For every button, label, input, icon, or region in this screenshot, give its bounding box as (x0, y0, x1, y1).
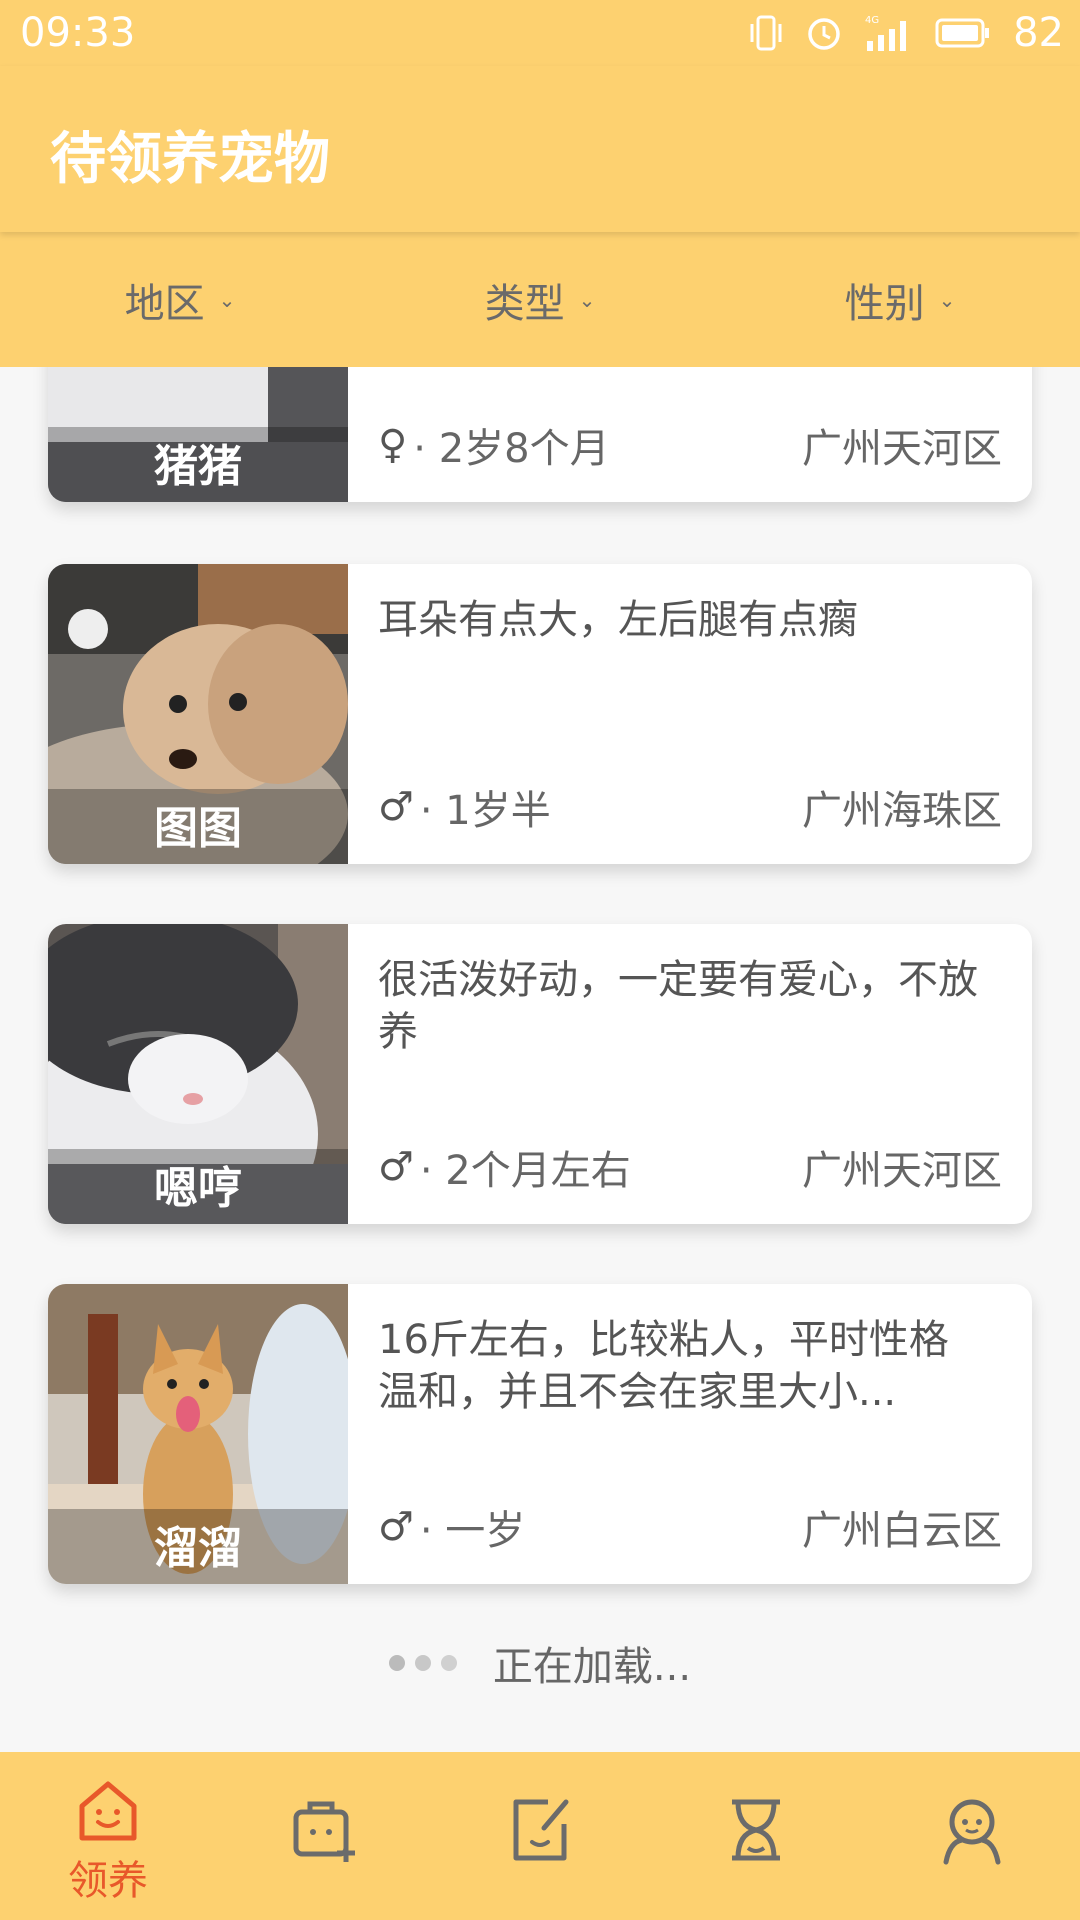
male-icon: ♂ (378, 1144, 414, 1190)
filter-bar: 地区 ⌄ 类型 ⌄ 性别 ⌄ (0, 232, 1080, 367)
tab-adopt-label: 领养 (68, 1858, 148, 1904)
pet-name: 溜溜 (154, 1523, 242, 1574)
filter-type[interactable]: 类型 ⌄ (360, 232, 720, 367)
pet-card[interactable]: 猪猪 ♀ · 2岁8个月 广州天河区 (48, 367, 1032, 502)
loading-indicator: 正在加载... (0, 1633, 1080, 1693)
pet-location: 广州天河区 (802, 1148, 1002, 1194)
house-smile-icon (79, 1781, 137, 1841)
pet-meta: ♀ · 2岁8个月 (378, 416, 610, 474)
pet-photo: 嗯哼 (48, 924, 348, 1224)
loading-dots-icon (388, 1655, 457, 1671)
pet-name: 嗯哼 (154, 1163, 242, 1214)
status-bar: 09:33 4G 82 (0, 0, 1080, 66)
chevron-down-icon: ⌄ (218, 287, 236, 312)
chevron-down-icon: ⌄ (938, 287, 956, 312)
pet-list[interactable]: 猪猪 ♀ · 2岁8个月 广州天河区 图图 耳朵有点大，左后腿有点瘸 ♂ · 1… (0, 367, 1080, 1752)
tab-send-pet[interactable] (216, 1752, 432, 1920)
pet-age: · 2岁8个月 (413, 426, 610, 472)
signal-icon: 4G (865, 15, 907, 51)
hourglass-icon (732, 1799, 780, 1861)
filter-type-label: 类型 (484, 280, 565, 327)
pet-age: · 一岁 (419, 1508, 526, 1554)
status-icons: 4G 82 (749, 8, 1064, 58)
status-time: 09:33 (20, 10, 136, 56)
chevron-down-icon: ⌄ (578, 287, 596, 312)
app-bar: 待领养宠物 (0, 66, 1080, 232)
person-icon (943, 1799, 1001, 1865)
pet-meta: ♂ · 一岁 (378, 1498, 525, 1556)
pet-description: 耳朵有点大，左后腿有点瘸 (378, 597, 858, 643)
tab-post[interactable] (432, 1752, 648, 1920)
pet-card[interactable]: 溜溜 16斤左右，比较粘人，平时性格温和，并且不会在家里大小... ♂ · 一岁… (48, 1284, 1032, 1584)
filter-gender[interactable]: 性别 ⌄ (720, 232, 1080, 367)
bottom-tab-bar: 领养 (0, 1752, 1080, 1920)
network-type: 4G (865, 15, 879, 26)
pet-age: · 2个月左右 (419, 1148, 631, 1194)
male-icon: ♂ (378, 784, 414, 830)
pet-location: 广州天河区 (802, 426, 1002, 472)
pet-description: 很活泼好动，一定要有爱心，不放养 (378, 957, 978, 1055)
tab-history[interactable] (648, 1752, 864, 1920)
pet-carrier-add-icon (293, 1801, 355, 1862)
pet-card[interactable]: 嗯哼 很活泼好动，一定要有爱心，不放养 ♂ · 2个月左右 广州天河区 (48, 924, 1032, 1224)
battery-level: 82 (1013, 10, 1064, 56)
loading-text: 正在加载... (492, 1644, 692, 1690)
filter-region-label: 地区 (124, 280, 205, 327)
pet-card[interactable]: 图图 耳朵有点大，左后腿有点瘸 ♂ · 1岁半 广州海珠区 (48, 564, 1032, 864)
vibrate-icon (750, 15, 782, 51)
pet-location: 广州白云区 (802, 1508, 1002, 1554)
filter-gender-label: 性别 (844, 280, 925, 327)
edit-note-icon (513, 1799, 569, 1861)
filter-region[interactable]: 地区 ⌄ (0, 232, 360, 367)
tab-profile[interactable] (864, 1752, 1080, 1920)
female-icon: ♀ (378, 422, 408, 468)
page-title: 待领养宠物 (50, 127, 330, 192)
pet-name: 猪猪 (154, 441, 242, 492)
pet-name: 图图 (154, 803, 242, 854)
pet-meta: ♂ · 2个月左右 (378, 1138, 631, 1196)
pet-location: 广州海珠区 (802, 788, 1002, 834)
pet-photo: 图图 (48, 564, 348, 864)
pet-age: · 1岁半 (419, 788, 551, 834)
tab-adopt[interactable]: 领养 (0, 1752, 216, 1920)
male-icon: ♂ (378, 1504, 414, 1550)
pet-description: 16斤左右，比较粘人，平时性格温和，并且不会在家里大小... (378, 1317, 949, 1415)
pet-meta: ♂ · 1岁半 (378, 778, 551, 836)
pet-photo: 溜溜 (48, 1284, 348, 1584)
pet-photo: 猪猪 (48, 367, 348, 502)
alarm-icon (808, 18, 840, 50)
battery-icon (935, 18, 990, 48)
